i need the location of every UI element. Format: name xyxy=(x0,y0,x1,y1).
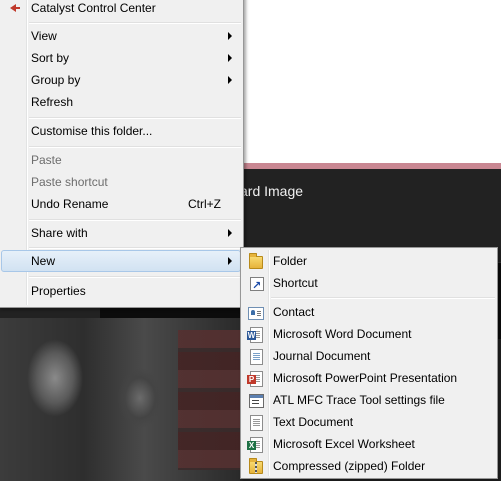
submenu-item-text-document[interactable]: Text Document xyxy=(243,411,495,433)
submenu-item-label: Folder xyxy=(273,254,308,268)
submenu-item-atl-mfc[interactable]: ATL MFC Trace Tool settings file xyxy=(243,389,495,411)
submenu-item-powerpoint[interactable]: P Microsoft PowerPoint Presentation xyxy=(243,367,495,389)
menu-item-label: Paste xyxy=(31,153,62,167)
background-photo-tiles xyxy=(178,330,240,470)
context-menu: Catalyst Control Center View Sort by Gro… xyxy=(0,0,244,308)
submenu-arrow-icon xyxy=(228,32,232,40)
menu-item-label: View xyxy=(31,29,57,43)
submenu-item-label: Text Document xyxy=(273,415,354,429)
background-caption: ard Image xyxy=(240,183,304,199)
menu-item-label: Refresh xyxy=(31,95,74,109)
menu-item-group-by[interactable]: Group by xyxy=(1,69,241,91)
menu-item-label: Undo Rename xyxy=(31,197,109,211)
journal-document-icon xyxy=(250,349,263,365)
menu-item-label: Share with xyxy=(31,226,88,240)
submenu-arrow-icon xyxy=(228,76,232,84)
menu-separator xyxy=(29,22,241,24)
menu-separator xyxy=(29,247,241,249)
submenu-item-shortcut[interactable]: Shortcut xyxy=(243,272,495,297)
new-submenu: Folder Shortcut Contact W Microsoft Word… xyxy=(240,247,498,479)
submenu-item-label: Microsoft Word Document xyxy=(273,327,412,341)
menu-separator xyxy=(29,117,241,119)
excel-icon: X xyxy=(247,437,263,453)
submenu-item-label: ATL MFC Trace Tool settings file xyxy=(273,393,445,407)
menu-item-label: Properties xyxy=(31,284,86,298)
submenu-item-label: Shortcut xyxy=(273,276,318,290)
menu-item-view[interactable]: View xyxy=(1,25,241,47)
menu-item-label: Paste shortcut xyxy=(31,175,108,189)
menu-item-share-with[interactable]: Share with xyxy=(1,222,241,244)
submenu-item-label: Microsoft PowerPoint Presentation xyxy=(273,371,458,385)
submenu-arrow-icon xyxy=(228,257,232,265)
menu-item-properties[interactable]: Properties xyxy=(1,280,241,302)
submenu-item-excel[interactable]: X Microsoft Excel Worksheet xyxy=(243,433,495,455)
menu-separator xyxy=(29,219,241,221)
menu-item-paste[interactable]: Paste xyxy=(1,149,241,171)
submenu-item-journal-document[interactable]: Journal Document xyxy=(243,345,495,367)
menu-item-label: Group by xyxy=(31,73,81,87)
submenu-arrow-icon xyxy=(228,54,232,62)
text-document-icon xyxy=(250,415,263,431)
submenu-item-label: Microsoft Excel Worksheet xyxy=(273,437,415,451)
menu-separator xyxy=(271,297,495,299)
submenu-item-label: Contact xyxy=(273,305,315,319)
menu-item-undo-rename[interactable]: Undo Rename Ctrl+Z xyxy=(1,193,241,215)
contact-icon xyxy=(248,307,264,320)
menu-item-label: New xyxy=(31,254,56,268)
submenu-item-word-document[interactable]: W Microsoft Word Document xyxy=(243,323,495,345)
shortcut-icon xyxy=(250,275,264,297)
menu-item-paste-shortcut[interactable]: Paste shortcut xyxy=(1,171,241,193)
menu-separator xyxy=(29,146,241,148)
menu-item-refresh[interactable]: Refresh xyxy=(1,91,241,113)
folder-icon xyxy=(249,253,263,269)
submenu-item-folder[interactable]: Folder xyxy=(243,250,495,272)
atl-settings-icon xyxy=(249,394,264,408)
menu-item-label: Catalyst Control Center xyxy=(31,1,156,15)
submenu-item-label: Journal Document xyxy=(273,349,371,363)
keyboard-shortcut: Ctrl+Z xyxy=(188,197,221,211)
menu-separator xyxy=(29,276,241,278)
zip-folder-icon xyxy=(249,458,263,474)
submenu-arrow-icon xyxy=(228,229,232,237)
menu-item-new[interactable]: New xyxy=(1,250,241,272)
catalyst-icon xyxy=(10,4,20,12)
submenu-item-contact[interactable]: Contact xyxy=(243,301,495,323)
word-document-icon: W xyxy=(247,327,263,343)
menu-item-customise-folder[interactable]: Customise this folder... xyxy=(1,120,241,142)
menu-item-catalyst[interactable]: Catalyst Control Center xyxy=(1,0,241,19)
menu-item-sort-by[interactable]: Sort by xyxy=(1,47,241,69)
submenu-item-label: Compressed (zipped) Folder xyxy=(273,459,426,473)
submenu-item-zip-folder[interactable]: Compressed (zipped) Folder xyxy=(243,455,495,477)
powerpoint-icon: P xyxy=(247,371,263,387)
menu-item-label: Customise this folder... xyxy=(31,124,153,138)
menu-item-label: Sort by xyxy=(31,51,70,65)
